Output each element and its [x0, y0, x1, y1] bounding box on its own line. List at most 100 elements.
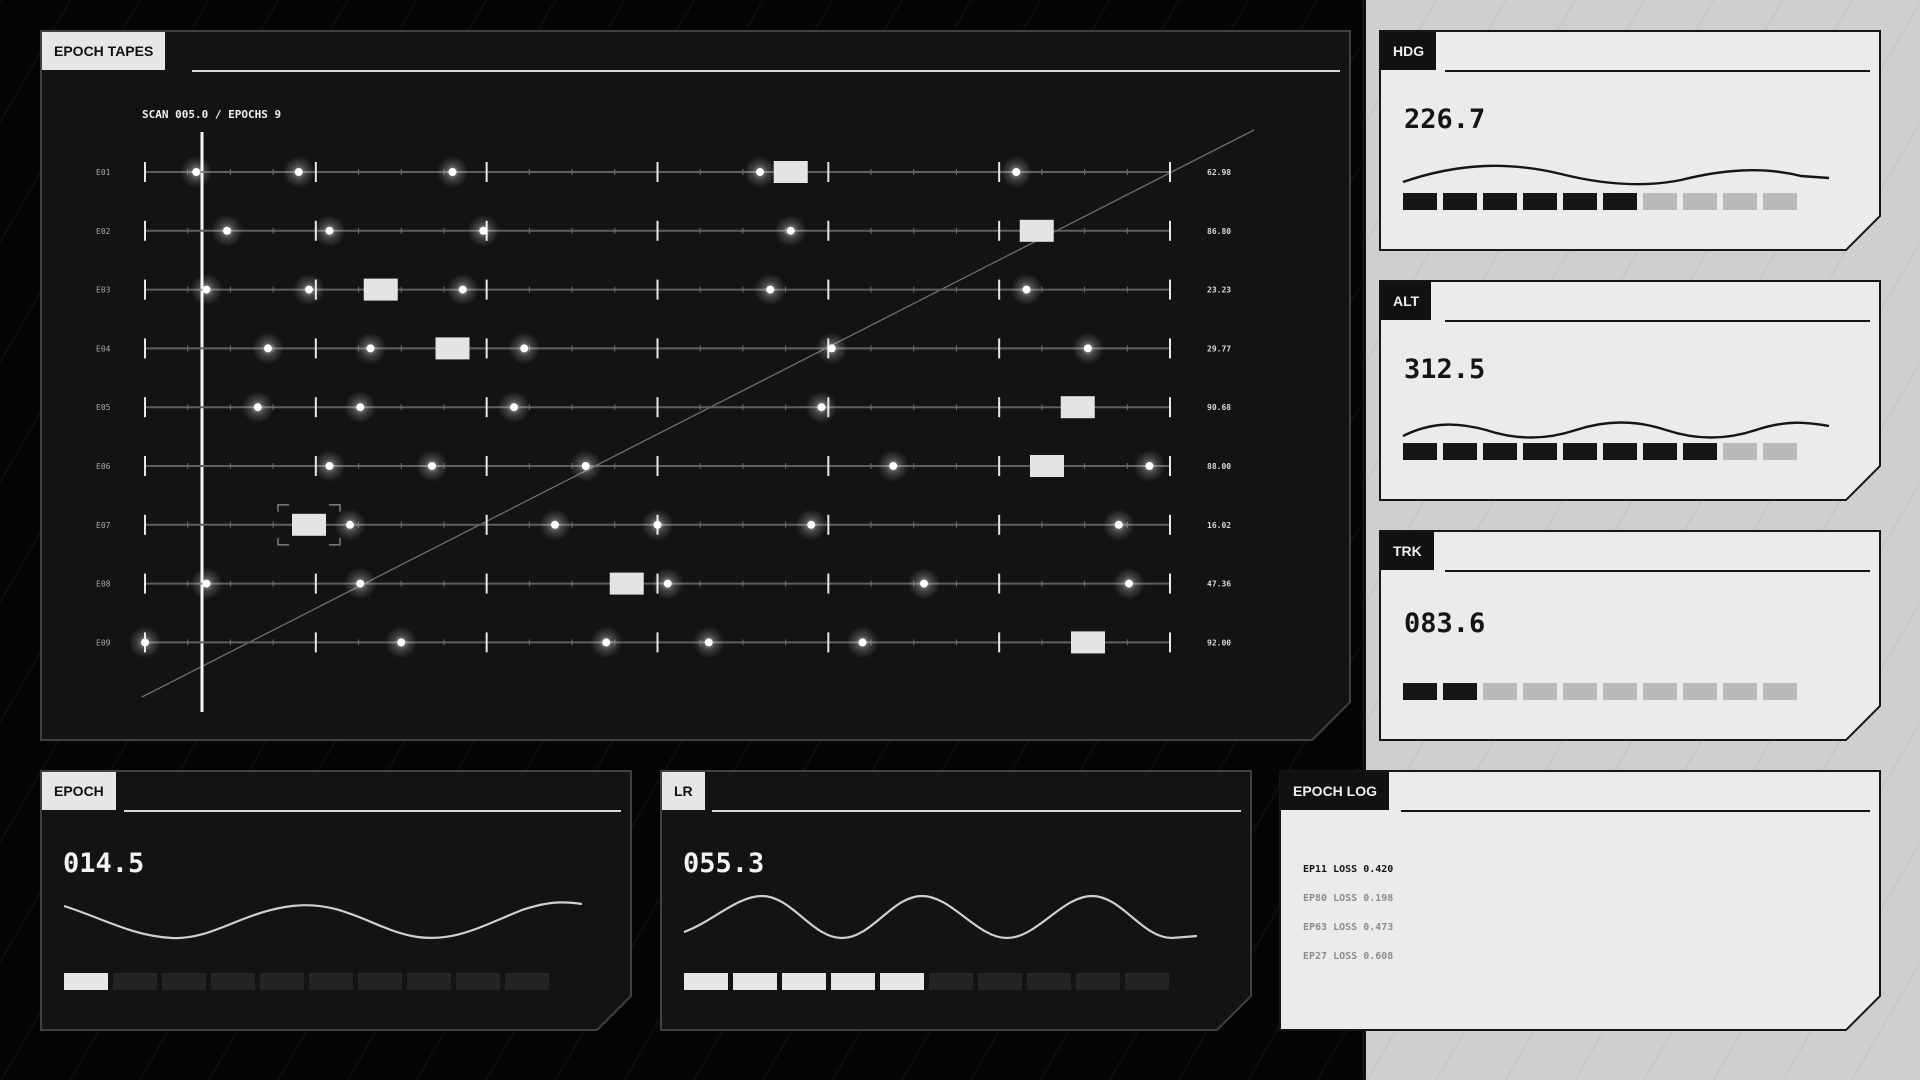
corner-notch	[1845, 215, 1881, 251]
event-dot	[458, 285, 467, 294]
event-dot	[325, 226, 334, 235]
tape-row-value: 16.02	[1207, 521, 1231, 530]
tab-rule	[712, 810, 1241, 812]
gauge-value: 226.7	[1404, 104, 1486, 135]
tab-rule	[1401, 810, 1870, 812]
tape-row: E06 88.00	[96, 450, 1231, 482]
event-dot	[356, 403, 365, 412]
segment-block	[1523, 193, 1557, 210]
event-dot	[397, 638, 406, 647]
segment-block	[260, 973, 304, 990]
event-dot	[253, 403, 262, 412]
segment-block	[1523, 683, 1557, 700]
segment-block	[1603, 193, 1637, 210]
tape-row: E07 16.02	[96, 504, 1231, 546]
epoch-value: 014.5	[63, 848, 145, 879]
lr-waveform	[683, 894, 1198, 940]
segment-block	[1643, 683, 1677, 700]
event-dot	[356, 579, 365, 588]
segment-block	[1763, 443, 1797, 460]
event-dot	[1125, 579, 1133, 588]
segment-block	[505, 973, 549, 990]
tape-row-label: E05	[96, 403, 111, 412]
corner-notch	[596, 995, 632, 1031]
log-loss-label: LOSS	[1327, 893, 1364, 904]
tape-row: E01 62.98	[96, 156, 1231, 188]
event-dot	[192, 168, 201, 176]
tape-row: E09 92.00	[96, 626, 1231, 659]
segment-block	[211, 973, 255, 990]
tape-row-value: 86.80	[1207, 227, 1231, 236]
event-dot	[510, 403, 518, 412]
segment-block	[978, 973, 1022, 990]
event-dot	[602, 638, 611, 647]
event-dot	[653, 520, 662, 529]
event-dot	[889, 462, 898, 470]
event-dot	[551, 520, 559, 529]
tape-row: E02 86.80	[96, 214, 1231, 247]
tape-block-marker	[292, 513, 326, 536]
event-dot	[663, 579, 672, 588]
tape-row: E04 29.77	[96, 332, 1231, 365]
gauge-tab: TRK	[1381, 532, 1434, 570]
tape-row-value: 47.36	[1207, 580, 1231, 589]
log-loss-value: 0.608	[1363, 951, 1394, 962]
tape-row-value: 23.23	[1207, 286, 1231, 295]
segment-block	[309, 973, 353, 990]
event-dot	[1084, 344, 1092, 353]
tab-rule	[124, 810, 621, 812]
segment-block	[1076, 973, 1120, 990]
corner-notch	[1845, 705, 1881, 741]
segment-block	[1643, 443, 1677, 460]
gauge-tab: HDG	[1381, 32, 1437, 70]
event-dot	[448, 168, 457, 176]
segment-block	[1683, 193, 1717, 210]
event-dot	[141, 638, 149, 647]
segment-block	[684, 973, 728, 990]
segment-block	[1683, 683, 1717, 700]
event-dot	[1012, 168, 1021, 176]
segment-block	[1723, 193, 1757, 210]
event-dot	[520, 344, 529, 353]
tapes-chart: SCAN 005.0 / EPOCHS 9 E01 62.98E02 86.80E0…	[96, 108, 1255, 712]
lr-segments	[684, 973, 1169, 990]
segment-block	[782, 973, 826, 990]
gauge-value: 312.5	[1404, 354, 1486, 385]
tab-rule	[1445, 570, 1870, 572]
tab-rule	[1445, 70, 1870, 72]
corner-notch	[1216, 995, 1252, 1031]
tape-row-value: 88.00	[1207, 462, 1231, 471]
log-loss-value: 0.198	[1363, 893, 1394, 904]
segment-block	[162, 973, 206, 990]
segment-block	[1125, 973, 1169, 990]
log-epoch: EP63	[1303, 922, 1328, 933]
tape-row: E08 47.36	[96, 567, 1231, 600]
segment-block	[456, 973, 500, 990]
event-dot	[581, 462, 590, 470]
segment-block	[1483, 443, 1517, 460]
epoch-segments	[64, 973, 549, 990]
tape-block-marker	[1071, 631, 1105, 654]
event-dot	[807, 520, 816, 529]
tape-row-label: E01	[96, 168, 111, 177]
segment-block	[1603, 683, 1637, 700]
tape-row-value: 62.98	[1207, 168, 1231, 177]
epoch-tapes-panel: EPOCH TAPES SCAN 005.0 / EPOCHS 9 E01 62.…	[40, 30, 1351, 741]
log-loss-value: 0.473	[1363, 922, 1394, 933]
event-dot	[704, 638, 713, 647]
event-dot	[858, 638, 867, 647]
tape-row: E03 23.23	[96, 273, 1231, 306]
event-dot	[223, 226, 231, 235]
event-dot	[325, 462, 334, 470]
log-entry: EP80 LOSS 0.198	[1303, 893, 1393, 904]
log-entry: EP27 LOSS 0.608	[1303, 951, 1393, 962]
segment-block	[407, 973, 451, 990]
segment-block	[1723, 683, 1757, 700]
segment-block	[733, 973, 777, 990]
segment-block	[831, 973, 875, 990]
segment-block	[1723, 443, 1757, 460]
tape-row-value: 29.77	[1207, 344, 1231, 353]
segment-block	[1027, 973, 1071, 990]
tape-row-value: 92.00	[1207, 638, 1231, 647]
segment-block	[1563, 683, 1597, 700]
